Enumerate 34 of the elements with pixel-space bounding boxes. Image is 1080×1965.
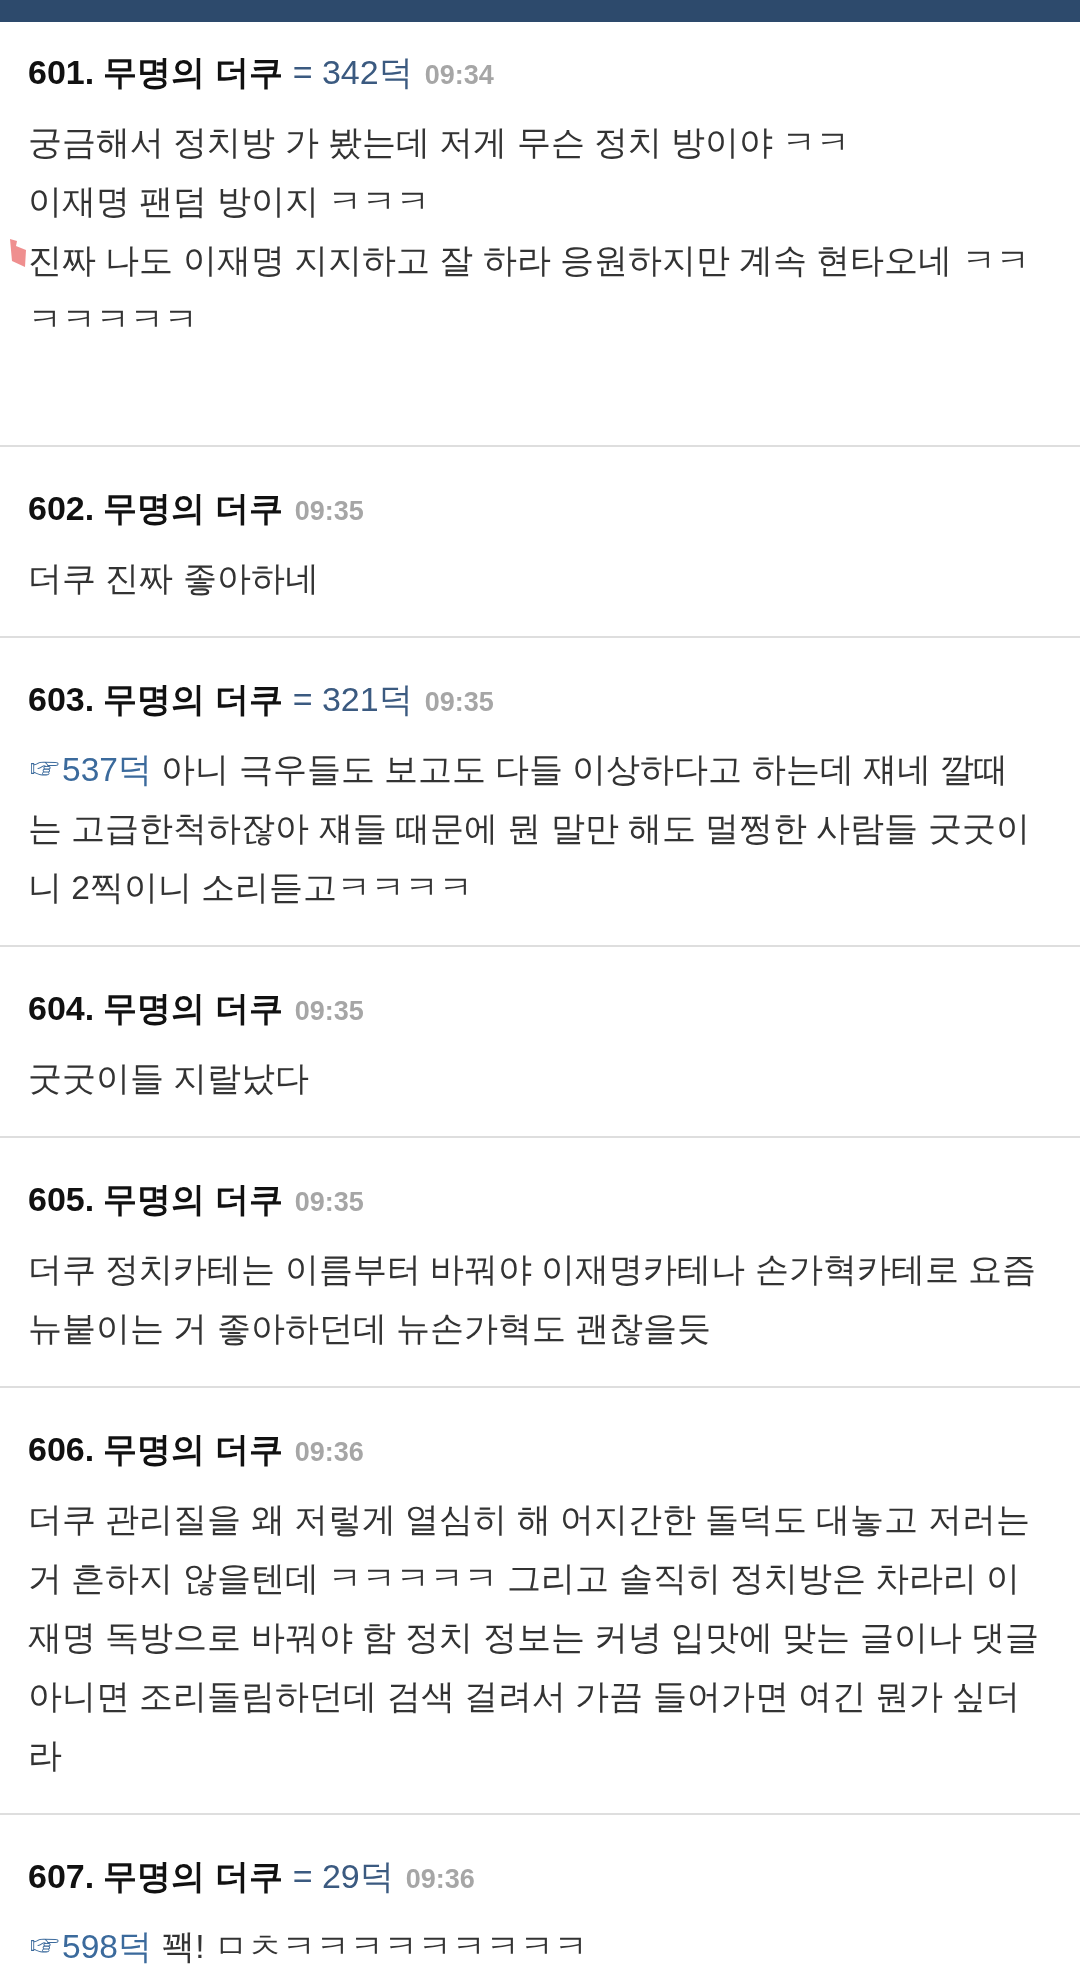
- points-label: = 29덕: [292, 1856, 394, 1896]
- post-time: 09:36: [405, 1863, 475, 1896]
- post-number: 606.: [28, 1429, 95, 1469]
- post-time: 09:34: [424, 59, 494, 92]
- post-text: 굿굿이들 지랄났다: [28, 1059, 311, 1099]
- author-name: 무명의 더쿠: [103, 679, 283, 719]
- post-number: 605.: [28, 1179, 95, 1219]
- post-time: 09:36: [294, 1436, 364, 1469]
- pen-mark: [9, 238, 27, 268]
- points-label: = 321덕: [292, 679, 413, 719]
- post-time: 09:35: [424, 686, 494, 719]
- author-name: 무명의 더쿠: [103, 1429, 283, 1469]
- post-text: 궁금해서 정치방 가 봤는데 저게 무슨 정치 방이야 ㅋㅋ 이재명 팬덤 방이지 ㅋㅋㅋ 진짜 나도 이재명 지지하고 잘 하라 응원하지만 계속 현타오네 ㅋㅋ ㅋㅋㅋㅋㅋ: [28, 123, 1031, 340]
- post-number: 603.: [28, 679, 95, 719]
- author-name: 무명의 더쿠: [103, 488, 283, 528]
- post-number: 607.: [28, 1856, 95, 1896]
- post-text: ☞598덕 꽥! ㅁㅊㅋㅋㅋㅋㅋㅋㅋㅋㅋ: [28, 1927, 589, 1965]
- post-text: ☞537덕 아니 극우들도 보고도 다들 이상하다고 하는데 쟤네 깔때 는 고급한척하잖아 쟤들 때문에 뭔 말만 해도 멀쩡한 사람들 굿굿이 니 2찍이니 소리듣고ㅋㅋㅋㅋ: [28, 750, 1031, 908]
- post-text: 더쿠 관리질을 왜 저렇게 열심히 해 어지간한 돌덕도 대놓고 저러는 거 흔하지 않을텐데 ㅋㅋㅋㅋㅋ 그리고 솔직히 정치방은 차라리 이 재명 독방으로 바꿔야 함 정치 정보는 커녕 입맛에 맞는 글이나 댓글 아니면 조리돌림하던데 검색 걸려서 가끔 들어가면 여긴 뭔가 싶더 라: [28, 1500, 1041, 1776]
- post-number: 601.: [28, 52, 95, 92]
- post-time: 09:35: [294, 495, 364, 528]
- author-name: 무명의 더쿠: [103, 1179, 283, 1219]
- author-name: 무명의 더쿠: [103, 52, 283, 92]
- author-name: 무명의 더쿠: [103, 988, 283, 1028]
- post-number: 602.: [28, 488, 95, 528]
- reply-link[interactable]: ☞598덕: [28, 1928, 152, 1965]
- points-label: = 342덕: [292, 52, 413, 92]
- post-number: 604.: [28, 988, 95, 1028]
- post-time: 09:35: [294, 995, 364, 1028]
- reply-link[interactable]: ☞537덕: [28, 751, 152, 788]
- author-name: 무명의 더쿠: [103, 1856, 283, 1896]
- post-text: 더쿠 진짜 좋아하네: [28, 559, 320, 599]
- post-text: 더쿠 정치카테는 이름부터 바꿔야 이재명카테나 손가혁카테로 요즘 뉴붙이는 거 좋아하던데 뉴손가혁도 괜찮을듯: [28, 1250, 1037, 1349]
- post-time: 09:35: [294, 1186, 364, 1219]
